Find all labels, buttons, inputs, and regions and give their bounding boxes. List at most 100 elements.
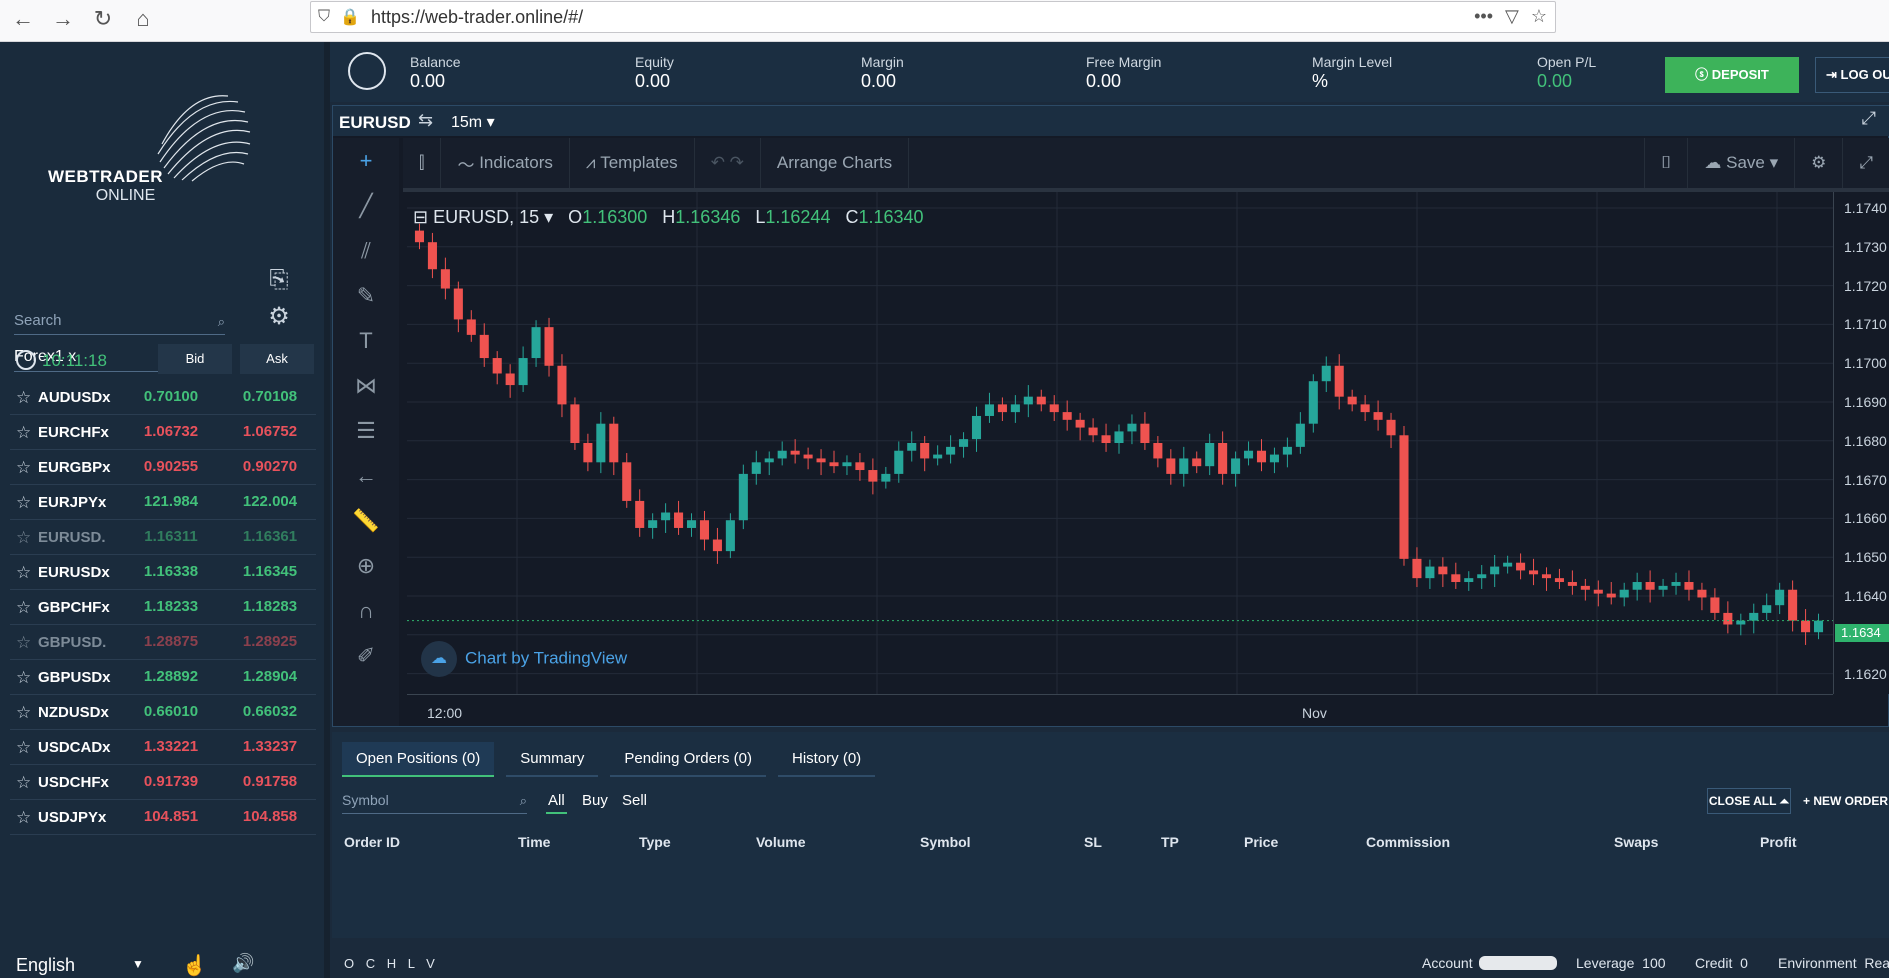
trend-line-icon[interactable]: ╱	[333, 183, 399, 228]
home-icon[interactable]: ⌂	[128, 6, 158, 32]
favorite-star-icon[interactable]: ☆	[16, 493, 31, 513]
logout-button[interactable]: ⇥ LOG OU	[1815, 57, 1889, 93]
col-commission[interactable]: Commission	[1366, 834, 1450, 850]
ask-price[interactable]: 1.28925	[232, 627, 308, 657]
col-type[interactable]: Type	[639, 834, 671, 850]
favorite-star-icon[interactable]: ☆	[16, 738, 31, 758]
ask-price[interactable]: 1.06752	[232, 417, 308, 447]
bid-price[interactable]: 0.91739	[130, 767, 212, 797]
tab-summary[interactable]: Summary	[506, 742, 599, 777]
ask-price[interactable]: 1.16361	[232, 522, 308, 552]
ask-price[interactable]: 1.33237	[232, 732, 308, 762]
favorite-star-icon[interactable]: ☆	[16, 388, 31, 408]
watchlist-row[interactable]: ☆ EURUSD. 1.16311 1.16361	[10, 520, 316, 555]
watchlist-row[interactable]: ☆ EURJPYx 121.984 122.004	[10, 485, 316, 520]
filter-sell[interactable]: Sell	[620, 792, 649, 812]
fullscreen-icon[interactable]: ⤢	[1862, 108, 1876, 129]
favorite-star-icon[interactable]: ☆	[16, 423, 31, 443]
back-arrow-icon[interactable]: ←	[333, 453, 399, 498]
ask-price[interactable]: 0.66032	[232, 697, 308, 727]
one-click-trading-icon[interactable]: ☝	[182, 953, 207, 978]
ask-price[interactable]: 122.004	[232, 487, 308, 517]
forward-icon[interactable]: →	[48, 6, 78, 32]
watchlist-row[interactable]: ☆ USDCADx 1.33221 1.33237	[10, 730, 316, 765]
camera-icon[interactable]: ⌷	[1644, 138, 1689, 188]
filter-buy[interactable]: Buy	[580, 792, 610, 812]
filter-all[interactable]: All	[546, 792, 567, 814]
watchlist-row[interactable]: ☆ NZDUSDx 0.66010 0.66032	[10, 695, 316, 730]
indicators-button[interactable]: 〜 Indicators	[441, 138, 570, 188]
watchlist-row[interactable]: ☆ EURGBPx 0.90255 0.90270	[10, 450, 316, 485]
bid-price[interactable]: 1.28875	[130, 627, 212, 657]
templates-button[interactable]: ⩘ Templates	[570, 138, 695, 188]
bid-price[interactable]: 1.06732	[130, 417, 212, 447]
watchlist-row[interactable]: ☆ GBPUSD. 1.28875 1.28925	[10, 625, 316, 660]
col-profit[interactable]: Profit	[1760, 834, 1797, 850]
ask-price[interactable]: 0.70108	[232, 382, 308, 412]
tab-pending-orders[interactable]: Pending Orders (0)	[610, 742, 766, 777]
col-time[interactable]: Time	[518, 834, 550, 850]
favorite-star-icon[interactable]: ☆	[16, 808, 31, 828]
tab-open-positions[interactable]: Open Positions (0)	[342, 742, 495, 777]
watchlist-row[interactable]: ☆ AUDUSDx 0.70100 0.70108	[10, 380, 316, 415]
chart-type-icon[interactable]: ⫿	[403, 138, 442, 188]
favorite-star-icon[interactable]: ☆	[16, 773, 31, 793]
favorite-star-icon[interactable]: ☆	[16, 703, 31, 723]
watchlist-row[interactable]: ☆ GBPUSDx 1.28892 1.28904	[10, 660, 316, 695]
bid-price[interactable]: 104.851	[130, 802, 212, 832]
favorite-star-icon[interactable]: ☆	[16, 668, 31, 688]
pattern-icon[interactable]: ⋈	[333, 363, 399, 408]
favorite-star-icon[interactable]: ☆	[16, 598, 31, 618]
col-swaps[interactable]: Swaps	[1614, 834, 1658, 850]
sound-icon[interactable]: 🔊	[232, 953, 254, 974]
col-price[interactable]: Price	[1244, 834, 1278, 850]
bid-price[interactable]: 0.70100	[130, 382, 212, 412]
watchlist-row[interactable]: ☆ USDJPYx 104.851 104.858	[10, 800, 316, 835]
pocket-icon[interactable]: ▽	[1505, 6, 1519, 27]
close-all-button[interactable]: CLOSE ALL ⏶	[1707, 788, 1791, 814]
language-select[interactable]: English ▼	[16, 955, 144, 976]
brush-icon[interactable]: ✎	[333, 273, 399, 318]
address-bar[interactable]: ⛉ 🔒 https://web-trader.online/#/ ••• ▽ ☆	[310, 1, 1556, 33]
watchlist-row[interactable]: ☆ USDCHFx 0.91739 0.91758	[10, 765, 316, 800]
chart-settings-icon[interactable]: ⚙	[1795, 138, 1844, 188]
instrument-search-input[interactable]: Search ⌕	[14, 308, 225, 335]
user-avatar-icon[interactable]	[348, 52, 386, 90]
tradingview-attribution[interactable]: ☁ Chart by TradingView	[421, 641, 627, 677]
new-order-button[interactable]: + NEW ORDER	[1803, 788, 1889, 814]
zoom-in-icon[interactable]: ⊕	[333, 543, 399, 588]
lock-drawings-icon[interactable]: ✐	[333, 633, 399, 678]
gear-icon[interactable]: ⚙	[264, 302, 294, 332]
deposit-button[interactable]: ⓢ DEPOSIT	[1665, 57, 1799, 93]
ask-price[interactable]: 104.858	[232, 802, 308, 832]
sort-ask-button[interactable]: Ask	[240, 344, 314, 374]
bid-price[interactable]: 1.16338	[130, 557, 212, 587]
favorite-star-icon[interactable]: ☆	[16, 563, 31, 583]
page-actions-icon[interactable]: •••	[1474, 6, 1493, 27]
undo-redo-icon[interactable]: ↶ ↷	[695, 138, 761, 188]
favorite-star-icon[interactable]: ☆	[16, 633, 31, 653]
back-icon[interactable]: ←	[8, 6, 38, 32]
ruler-icon[interactable]: 📏	[333, 498, 399, 543]
ask-price[interactable]: 1.16345	[232, 557, 308, 587]
pitchfork-icon[interactable]: ⫽	[333, 228, 399, 273]
sort-bid-button[interactable]: Bid	[158, 344, 232, 374]
save-button[interactable]: ☁ Save ▾	[1688, 138, 1796, 188]
magnet-icon[interactable]: ∩	[333, 588, 399, 633]
bid-price[interactable]: 0.66010	[130, 697, 212, 727]
ask-price[interactable]: 1.18283	[232, 592, 308, 622]
symbol-filter-input[interactable]: Symbol ⌕	[342, 790, 527, 814]
reload-icon[interactable]: ↻	[88, 6, 118, 32]
expand-icon[interactable]: ⤢	[1843, 138, 1889, 188]
crosshair-icon[interactable]: +	[333, 138, 399, 183]
add-document-icon[interactable]: ⎘	[264, 266, 294, 296]
bid-price[interactable]: 1.33221	[130, 732, 212, 762]
col-tp[interactable]: TP	[1161, 834, 1179, 850]
text-tool-icon[interactable]: T	[333, 318, 399, 363]
col-symbol[interactable]: Symbol	[920, 834, 971, 850]
watchlist-row[interactable]: ☆ EURCHFx 1.06732 1.06752	[10, 415, 316, 450]
tab-history[interactable]: History (0)	[777, 742, 876, 777]
ask-price[interactable]: 1.28904	[232, 662, 308, 692]
watchlist-row[interactable]: ☆ GBPCHFx 1.18233 1.18283	[10, 590, 316, 625]
panel-divider[interactable]	[324, 42, 330, 978]
